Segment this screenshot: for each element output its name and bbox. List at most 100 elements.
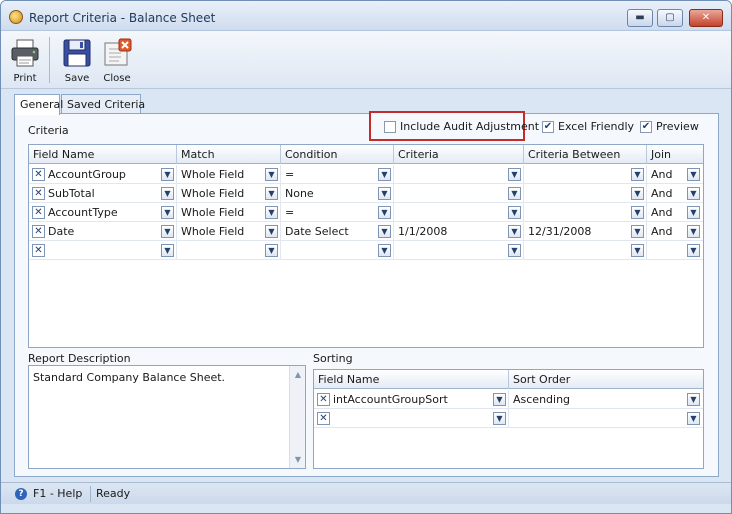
chevron-down-icon[interactable]: ▼: [687, 393, 700, 406]
column-header-sort-field-name[interactable]: Field Name: [314, 370, 509, 389]
table-cell[interactable]: And ▼: [647, 184, 703, 203]
table-row[interactable]: ✕ ▼ ▼: [314, 409, 703, 428]
chevron-down-icon[interactable]: ▼: [265, 225, 278, 238]
table-cell[interactable]: ✕ SubTotal ▼: [29, 184, 177, 203]
column-header-match[interactable]: Match: [177, 145, 281, 164]
table-row[interactable]: ✕ intAccountGroupSort ▼ Ascending ▼: [314, 390, 703, 409]
chevron-down-icon[interactable]: ▼: [161, 244, 174, 257]
table-row[interactable]: ✕ SubTotal ▼ Whole Field ▼ None ▼ ▼ ▼ And ▼: [29, 184, 703, 203]
column-header-field-name[interactable]: Field Name: [29, 145, 177, 164]
tab-general[interactable]: General: [14, 94, 63, 115]
table-cell[interactable]: ✕ Date ▼: [29, 222, 177, 241]
delete-row-icon[interactable]: ✕: [317, 412, 330, 425]
table-cell[interactable]: Whole Field ▼: [177, 184, 281, 203]
chevron-down-icon[interactable]: ▼: [687, 412, 700, 425]
chevron-down-icon[interactable]: ▼: [508, 187, 521, 200]
table-cell[interactable]: ▼: [394, 203, 524, 222]
chevron-down-icon[interactable]: ▼: [631, 187, 644, 200]
criteria-grid[interactable]: Field Name Match Condition Criteria Crit…: [28, 144, 704, 348]
table-cell[interactable]: None ▼: [281, 184, 394, 203]
chevron-down-icon[interactable]: ▼: [161, 187, 174, 200]
chevron-down-icon[interactable]: ▼: [687, 225, 700, 238]
chevron-down-icon[interactable]: ▼: [508, 225, 521, 238]
help-icon[interactable]: ?: [15, 488, 27, 500]
close-button[interactable]: Close: [97, 35, 137, 87]
table-row[interactable]: ✕ ▼ ▼ ▼ ▼ ▼ ▼: [29, 241, 703, 260]
column-header-criteria[interactable]: Criteria: [394, 145, 524, 164]
delete-row-icon[interactable]: ✕: [32, 206, 45, 219]
include-audit-adjustment-checkbox[interactable]: Include Audit Adjustment: [384, 120, 539, 133]
save-button[interactable]: Save: [57, 35, 97, 87]
print-button[interactable]: Print: [5, 35, 45, 87]
table-cell[interactable]: Whole Field ▼: [177, 203, 281, 222]
chevron-down-icon[interactable]: ▼: [631, 225, 644, 238]
delete-row-icon[interactable]: ✕: [32, 168, 45, 181]
table-cell[interactable]: 1/1/2008 ▼: [394, 222, 524, 241]
excel-friendly-checkbox[interactable]: ✔ Excel Friendly: [542, 120, 634, 133]
chevron-down-icon[interactable]: ▼: [687, 244, 700, 257]
maximize-button[interactable]: ▢: [657, 9, 683, 27]
table-cell[interactable]: Whole Field ▼: [177, 222, 281, 241]
table-cell[interactable]: ✕ intAccountGroupSort ▼: [314, 390, 509, 409]
column-header-condition[interactable]: Condition: [281, 145, 394, 164]
checkbox-box[interactable]: ✔: [640, 120, 652, 133]
table-cell[interactable]: ▼: [177, 241, 281, 260]
title-bar[interactable]: Report Criteria - Balance Sheet ▬ ▢ ✕: [1, 1, 731, 31]
table-row[interactable]: ✕ AccountGroup ▼ Whole Field ▼ = ▼ ▼ ▼ And ▼: [29, 165, 703, 184]
chevron-down-icon[interactable]: ▼: [378, 206, 391, 219]
chevron-down-icon[interactable]: ▼: [493, 393, 506, 406]
checkbox-box[interactable]: ✔: [542, 120, 554, 133]
table-cell[interactable]: And ▼: [647, 222, 703, 241]
table-cell[interactable]: ✕ ▼: [314, 409, 509, 428]
table-cell[interactable]: 12/31/2008 ▼: [524, 222, 647, 241]
chevron-down-icon[interactable]: ▼: [631, 244, 644, 257]
chevron-down-icon[interactable]: ▼: [161, 206, 174, 219]
table-cell[interactable]: ▼: [524, 165, 647, 184]
table-cell[interactable]: Ascending ▼: [509, 390, 703, 409]
table-cell[interactable]: ✕ AccountType ▼: [29, 203, 177, 222]
chevron-down-icon[interactable]: ▼: [161, 225, 174, 238]
table-cell[interactable]: And ▼: [647, 203, 703, 222]
chevron-down-icon[interactable]: ▼: [631, 168, 644, 181]
delete-row-icon[interactable]: ✕: [32, 244, 45, 257]
chevron-down-icon[interactable]: ▼: [378, 168, 391, 181]
chevron-down-icon[interactable]: ▼: [687, 206, 700, 219]
chevron-down-icon[interactable]: ▼: [687, 187, 700, 200]
table-cell[interactable]: ▼: [394, 165, 524, 184]
scroll-up-arrow-icon[interactable]: ▲: [292, 370, 304, 379]
column-header-join[interactable]: Join: [647, 145, 703, 164]
table-cell[interactable]: ▼: [524, 203, 647, 222]
chevron-down-icon[interactable]: ▼: [265, 206, 278, 219]
chevron-down-icon[interactable]: ▼: [265, 244, 278, 257]
table-cell[interactable]: Date Select ▼: [281, 222, 394, 241]
tab-saved-criteria[interactable]: Saved Criteria: [61, 94, 145, 114]
help-shortcut-text[interactable]: F1 - Help: [33, 487, 82, 500]
table-cell[interactable]: ▼: [524, 184, 647, 203]
chevron-down-icon[interactable]: ▼: [265, 168, 278, 181]
column-header-sort-order[interactable]: Sort Order: [509, 370, 703, 389]
close-window-button[interactable]: ✕: [689, 9, 723, 27]
table-cell[interactable]: ▼: [524, 241, 647, 260]
table-cell[interactable]: ▼: [394, 241, 524, 260]
delete-row-icon[interactable]: ✕: [317, 393, 330, 406]
chevron-down-icon[interactable]: ▼: [161, 168, 174, 181]
table-cell[interactable]: ▼: [647, 241, 703, 260]
chevron-down-icon[interactable]: ▼: [508, 168, 521, 181]
table-cell[interactable]: And ▼: [647, 165, 703, 184]
minimize-button[interactable]: ▬: [627, 9, 653, 27]
table-row[interactable]: ✕ Date ▼ Whole Field ▼ Date Select ▼ 1/1/2008 ▼ 1…: [29, 222, 703, 241]
table-row[interactable]: ✕ AccountType ▼ Whole Field ▼ = ▼ ▼ ▼ And ▼: [29, 203, 703, 222]
sorting-grid[interactable]: Field Name Sort Order ✕ intAccountGroupSo…: [313, 369, 704, 469]
chevron-down-icon[interactable]: ▼: [378, 225, 391, 238]
chevron-down-icon[interactable]: ▼: [508, 206, 521, 219]
table-cell[interactable]: ▼: [281, 241, 394, 260]
chevron-down-icon[interactable]: ▼: [378, 187, 391, 200]
table-cell[interactable]: Whole Field ▼: [177, 165, 281, 184]
scroll-down-arrow-icon[interactable]: ▼: [292, 455, 304, 464]
table-cell[interactable]: ▼: [394, 184, 524, 203]
chevron-down-icon[interactable]: ▼: [493, 412, 506, 425]
delete-row-icon[interactable]: ✕: [32, 225, 45, 238]
delete-row-icon[interactable]: ✕: [32, 187, 45, 200]
table-cell[interactable]: ▼: [509, 409, 703, 428]
report-description-textarea[interactable]: Standard Company Balance Sheet. ▲ ▼: [28, 365, 306, 469]
